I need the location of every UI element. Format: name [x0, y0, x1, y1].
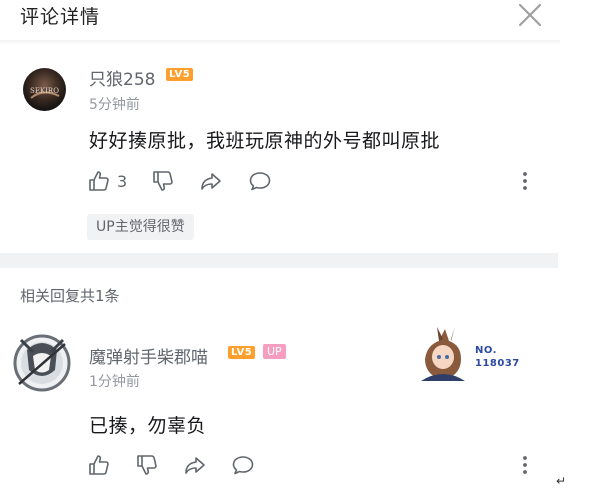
- close-icon[interactable]: [517, 2, 543, 28]
- fan-badge-card: NO. 118037: [415, 327, 525, 382]
- header-divider: [0, 40, 560, 45]
- more-icon[interactable]: [521, 171, 529, 193]
- like-icon[interactable]: [87, 453, 111, 477]
- timestamp: 1分钟前: [89, 374, 140, 390]
- username[interactable]: 魔弹射手柴郡喵: [89, 343, 208, 368]
- svg-text:SEKIRO: SEKIRO: [30, 87, 59, 95]
- reply-icon[interactable]: [248, 169, 272, 193]
- like-count: 3: [117, 172, 128, 191]
- return-mark: ↵: [556, 474, 567, 488]
- dislike-icon[interactable]: [135, 453, 159, 477]
- up-liked-tag: UP主觉得很赞: [87, 214, 194, 240]
- timestamp: 5分钟前: [89, 97, 140, 113]
- reply-text: 已揍，勿辜负: [89, 415, 207, 437]
- like-icon[interactable]: [87, 169, 111, 193]
- reply-icon[interactable]: [231, 453, 255, 477]
- level-badge: LV5: [228, 346, 256, 359]
- more-icon[interactable]: [521, 455, 529, 477]
- dislike-icon[interactable]: [151, 169, 175, 193]
- badge-number: 118037: [475, 358, 520, 369]
- page-title: 评论详情: [20, 6, 101, 28]
- replies-count-header: 相关回复共1条: [20, 287, 120, 305]
- section-divider: [0, 253, 558, 268]
- badge-number-label: NO.: [475, 345, 497, 356]
- level-badge: LV5: [166, 68, 194, 81]
- share-icon[interactable]: [183, 453, 207, 477]
- avatar[interactable]: [11, 330, 73, 394]
- up-badge: UP: [263, 344, 286, 359]
- comment-text: 好好揍原批，我班玩原神的外号都叫原批: [89, 130, 441, 152]
- avatar[interactable]: SEKIRO: [23, 68, 66, 111]
- share-icon[interactable]: [199, 169, 223, 193]
- username[interactable]: 只狼258: [89, 65, 155, 90]
